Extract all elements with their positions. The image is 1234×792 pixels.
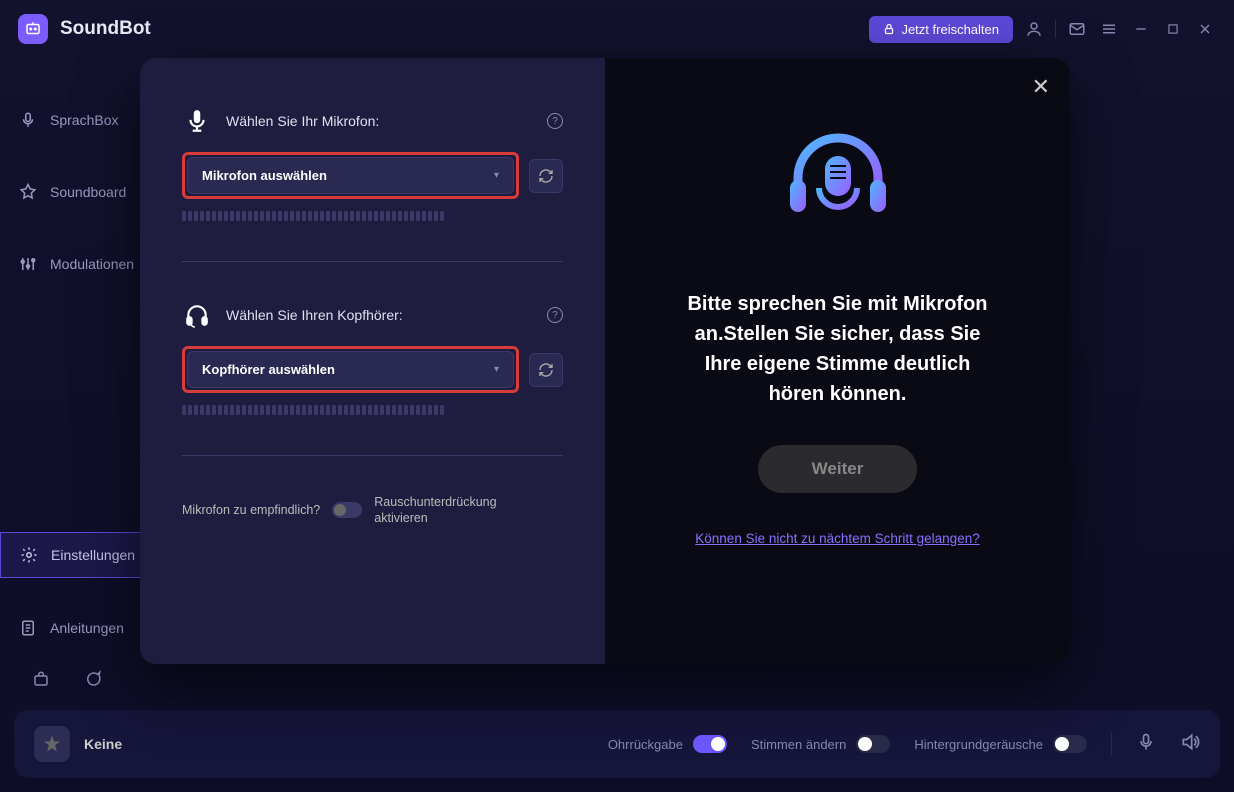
microphone-dropdown[interactable]: Mikrofon auswählen ▾ — [187, 157, 514, 194]
microphone-label: Wählen Sie Ihr Mikrofon: — [226, 113, 533, 129]
lock-icon — [883, 23, 895, 35]
device-setup-modal: Wählen Sie Ihr Mikrofon: ? Mikrofon ausw… — [140, 58, 1070, 664]
noise-label-line1: Rauschunterdrückung — [374, 494, 496, 510]
menu-icon[interactable] — [1098, 18, 1120, 40]
mic-status-icon[interactable] — [1136, 732, 1156, 757]
divider — [1055, 20, 1056, 38]
mic-level-meter — [182, 211, 563, 221]
help-icon[interactable]: ? — [547, 307, 563, 323]
chevron-down-icon: ▾ — [494, 364, 499, 375]
sidebar-item-soundboard[interactable]: Soundboard — [0, 170, 160, 214]
refresh-icon — [538, 168, 554, 184]
sensitive-label: Mikrofon zu empfindlich? — [182, 503, 320, 517]
unlock-button[interactable]: Jetzt freischalten — [869, 16, 1013, 43]
help-icon[interactable]: ? — [547, 113, 563, 129]
section-divider — [182, 455, 563, 456]
maximize-icon[interactable] — [1162, 18, 1184, 40]
sidebar-item-modulation[interactable]: Modulationen — [0, 242, 160, 286]
close-modal-button[interactable]: ✕ — [1032, 74, 1050, 100]
voice-change-label: Stimmen ändern — [751, 737, 846, 752]
bg-noise-label: Hintergrundgeräusche — [914, 737, 1043, 752]
modal-left-panel: Wählen Sie Ihr Mikrofon: ? Mikrofon ausw… — [140, 58, 605, 664]
modal-right-panel: ✕ Bitte sprechen Sie mit Mikr — [605, 58, 1070, 664]
hp-level-meter — [182, 405, 563, 415]
user-icon[interactable] — [1023, 18, 1045, 40]
brand: SoundBot — [18, 14, 151, 44]
gear-icon — [19, 545, 39, 565]
titlebar-right: Jetzt freischalten — [869, 16, 1216, 43]
microphone-icon — [182, 106, 212, 136]
help-link[interactable]: Können Sie nicht zu nächtem Schritt gela… — [695, 531, 979, 546]
microphone-dropdown-highlight: Mikrofon auswählen ▾ — [182, 152, 519, 199]
microphone-dropdown-value: Mikrofon auswählen — [202, 168, 327, 183]
speaker-status-icon[interactable] — [1180, 732, 1200, 757]
sidebar-item-guides[interactable]: Anleitungen — [0, 606, 160, 650]
app-logo-icon — [18, 14, 48, 44]
minimize-icon[interactable] — [1130, 18, 1152, 40]
instruction-text: Bitte sprechen Sie mit Mikrofon an.Stell… — [678, 289, 998, 409]
sidebar-item-label: Modulationen — [50, 256, 134, 272]
next-button[interactable]: Weiter — [758, 445, 918, 493]
noise-reduction-row: Mikrofon zu empfindlich? Rauschunterdrüc… — [182, 494, 563, 527]
headphone-dropdown-value: Kopfhörer auswählen — [202, 362, 335, 377]
sidebar-item-label: SprachBox — [50, 112, 118, 128]
sidebar-item-label: Anleitungen — [50, 620, 124, 636]
sidebar: SprachBox Soundboard Modulationen Einste… — [0, 58, 160, 710]
toolbox-icon[interactable] — [30, 668, 52, 690]
sliders-icon — [18, 254, 38, 274]
microphone-icon — [18, 110, 38, 130]
noise-label-line2: aktivieren — [374, 510, 496, 526]
chevron-down-icon: ▾ — [494, 170, 499, 181]
divider — [1111, 732, 1112, 756]
sidebar-item-sprachbox[interactable]: SprachBox — [0, 98, 160, 142]
voice-change-toggle[interactable] — [856, 735, 890, 753]
unlock-label: Jetzt freischalten — [901, 22, 999, 37]
close-icon[interactable] — [1194, 18, 1216, 40]
bottom-bar: Keine Ohrrückgabe Stimmen ändern Hinterg… — [14, 710, 1220, 778]
headphone-section: Wählen Sie Ihren Kopfhörer: ? Kopfhörer … — [182, 300, 563, 415]
preset-label: Keine — [84, 736, 122, 752]
section-divider — [182, 261, 563, 262]
sidebar-item-settings[interactable]: Einstellungen — [0, 532, 160, 578]
star-icon — [42, 734, 62, 754]
ear-return-toggle[interactable] — [693, 735, 727, 753]
chat-icon[interactable] — [82, 668, 104, 690]
ear-return-label: Ohrrückgabe — [608, 737, 683, 752]
brand-name: SoundBot — [60, 18, 151, 40]
sidebar-item-label: Einstellungen — [51, 547, 135, 563]
soundboard-icon — [18, 182, 38, 202]
titlebar: SoundBot Jetzt freischalten — [0, 0, 1234, 58]
hero-mic-headphones-icon — [773, 118, 903, 253]
headphone-refresh-button[interactable] — [529, 353, 563, 387]
headphones-icon — [182, 300, 212, 330]
mail-icon[interactable] — [1066, 18, 1088, 40]
microphone-section: Wählen Sie Ihr Mikrofon: ? Mikrofon ausw… — [182, 106, 563, 221]
sidebar-item-label: Soundboard — [50, 184, 126, 200]
headphone-label: Wählen Sie Ihren Kopfhörer: — [226, 307, 533, 323]
next-button-label: Weiter — [812, 459, 864, 478]
headphone-dropdown-highlight: Kopfhörer auswählen ▾ — [182, 346, 519, 393]
bg-noise-toggle[interactable] — [1053, 735, 1087, 753]
preset-badge[interactable] — [34, 726, 70, 762]
noise-reduction-toggle[interactable] — [332, 502, 362, 518]
microphone-refresh-button[interactable] — [529, 159, 563, 193]
document-icon — [18, 618, 38, 638]
refresh-icon — [538, 362, 554, 378]
headphone-dropdown[interactable]: Kopfhörer auswählen ▾ — [187, 351, 514, 388]
